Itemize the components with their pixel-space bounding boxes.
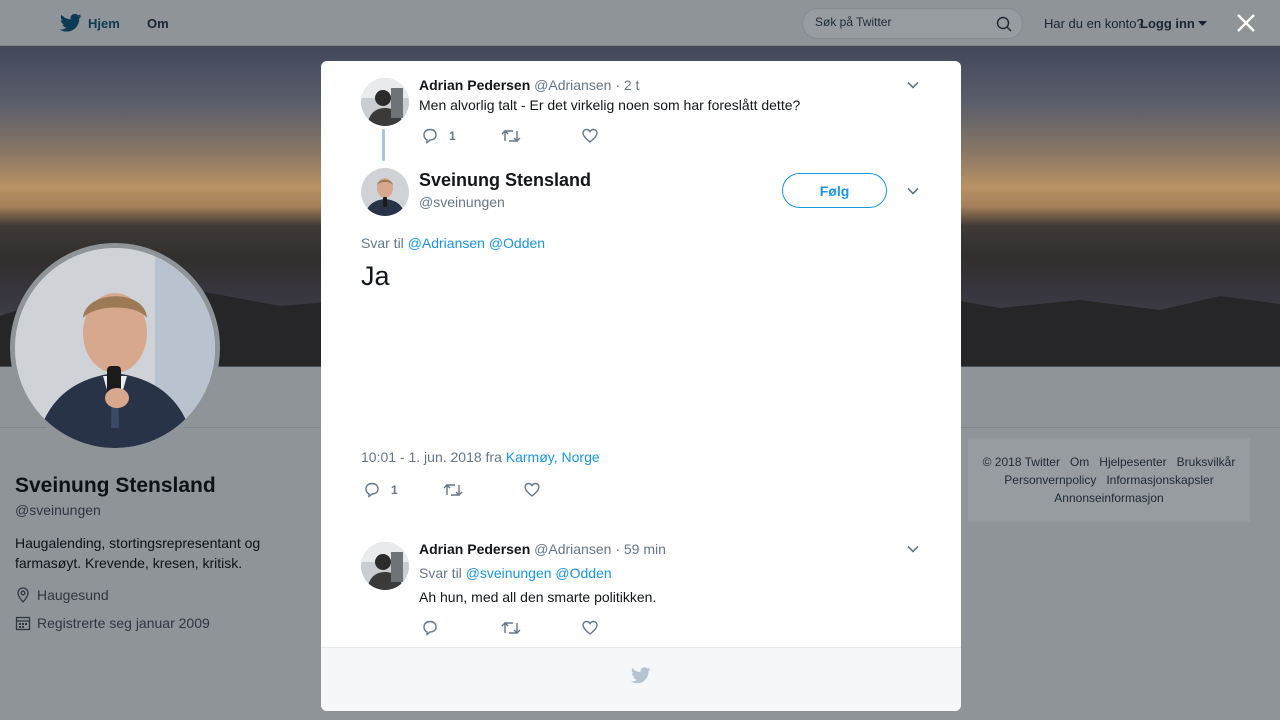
reply-mentions[interactable]: @sveinungen @Odden: [466, 565, 612, 581]
profile-joined: Registrerte seg januar 2009: [15, 615, 210, 631]
nav-home-label: Hjem: [88, 15, 120, 31]
reply-icon: [423, 620, 437, 636]
modal-footer: [321, 647, 961, 711]
site-footer: © 2018 Twitter Om Hjelpesenter Bruksvilkår …: [968, 438, 1250, 522]
footer-link-help[interactable]: Hjelpesenter: [1099, 455, 1166, 469]
profile-photo: [15, 248, 215, 448]
top-nav-bar: Hjem Om Har du en konto? Logg inn: [0, 0, 1280, 46]
location-pin-icon: [17, 587, 29, 603]
tweet-header: Adrian Pedersen @Adriansen · 2 t: [419, 77, 639, 93]
reply-context: Svar til @Adriansen @Odden: [361, 235, 545, 251]
reply-button[interactable]: 1: [363, 481, 443, 499]
chevron-down-icon[interactable]: [906, 78, 920, 92]
reply-icon: [365, 482, 379, 498]
tweet-location-link[interactable]: Karmøy, Norge: [506, 449, 600, 465]
retweet-icon: [443, 484, 463, 496]
avatar[interactable]: [361, 168, 409, 216]
avatar[interactable]: [361, 78, 409, 126]
reply-count: 1: [449, 129, 456, 143]
avatar-photo: [361, 542, 409, 590]
tweet-text: Men alvorlig talt - Er det virkelig noen…: [419, 97, 801, 113]
like-button[interactable]: [581, 127, 599, 145]
reply-button[interactable]: 1: [421, 127, 501, 145]
author-name[interactable]: Adrian Pedersen: [419, 541, 530, 557]
reply-mentions[interactable]: @Adriansen @Odden: [408, 235, 545, 251]
tweet-timestamp: 10:01 - 1. jun. 2018 fra: [361, 449, 502, 465]
reply-count: 1: [391, 483, 398, 497]
tweet-time[interactable]: · 59 min: [615, 541, 666, 557]
reply-context: Svar til @sveinungen @Odden: [419, 565, 612, 581]
chevron-down-icon: [1197, 20, 1207, 26]
heart-icon: [582, 128, 598, 143]
tweet-actions: 1: [363, 480, 541, 500]
login-label: Logg inn: [1140, 16, 1195, 31]
retweet-icon: [501, 622, 521, 634]
heart-icon: [582, 620, 598, 635]
retweet-button[interactable]: [501, 619, 581, 637]
footer-link-privacy[interactable]: Personvernpolicy: [1004, 473, 1096, 487]
reply-to-label: Svar til: [419, 565, 462, 581]
tweet-metadata: 10:01 - 1. jun. 2018 fra Karmøy, Norge: [361, 449, 600, 465]
footer-link-cookies[interactable]: Informasjonskapsler: [1106, 473, 1213, 487]
tweet-header: Adrian Pedersen @Adriansen · 59 min: [419, 541, 666, 557]
location-text: Haugesund: [37, 587, 109, 603]
author-handle[interactable]: @Adriansen: [534, 541, 611, 557]
avatar[interactable]: [361, 542, 409, 590]
retweet-button[interactable]: [501, 127, 581, 145]
footer-link-terms[interactable]: Bruksvilkår: [1177, 455, 1236, 469]
twitter-bird-icon: [631, 667, 651, 684]
tweet-actions: [421, 618, 599, 638]
heart-icon: [524, 482, 540, 497]
footer-link-about[interactable]: Om: [1070, 455, 1089, 469]
avatar-photo: [361, 78, 409, 126]
profile-location: Haugesund: [15, 587, 109, 603]
avatar-photo: [361, 168, 409, 216]
login-button[interactable]: Logg inn: [1140, 16, 1207, 31]
search-input[interactable]: [815, 15, 985, 29]
search-icon[interactable]: [996, 16, 1012, 32]
footer-copyright: © 2018 Twitter: [982, 455, 1060, 469]
like-button[interactable]: [523, 481, 541, 499]
author-handle[interactable]: @sveinungen: [419, 194, 505, 210]
author-name[interactable]: Adrian Pedersen: [419, 77, 530, 93]
retweet-button[interactable]: [443, 481, 523, 499]
like-button[interactable]: [581, 619, 599, 637]
tweet-time[interactable]: · 2 t: [615, 77, 639, 93]
chevron-down-icon[interactable]: [906, 542, 920, 556]
calendar-icon: [15, 616, 31, 631]
twitter-bird-icon: [60, 13, 82, 32]
reply-icon: [423, 128, 437, 144]
close-icon[interactable]: [1235, 12, 1257, 34]
chevron-down-icon[interactable]: [906, 184, 920, 198]
profile-bio: Haugalending, stortingsrepresentant og f…: [15, 535, 261, 571]
tweet-actions: 1: [421, 126, 599, 146]
tweet-text: Ah hun, med all den smarte politikken.: [419, 589, 657, 605]
joined-text: Registrerte seg januar 2009: [37, 615, 210, 631]
tweet-text: Ja: [361, 261, 390, 291]
tweet-modal: Adrian Pedersen @Adriansen · 2 t Men alv…: [321, 61, 961, 711]
thread-connector: [382, 129, 385, 161]
search-box[interactable]: [802, 8, 1023, 39]
profile-handle[interactable]: @sveinungen: [15, 502, 101, 518]
reply-button[interactable]: [421, 619, 501, 637]
account-question: Har du en konto?: [1044, 16, 1144, 31]
reply-to-label: Svar til: [361, 235, 404, 251]
profile-avatar[interactable]: [10, 243, 220, 453]
retweet-icon: [501, 130, 521, 142]
author-handle[interactable]: @Adriansen: [534, 77, 611, 93]
author-name[interactable]: Sveinung Stensland: [419, 170, 591, 191]
nav-about-link[interactable]: Om: [147, 16, 169, 31]
nav-home-link[interactable]: Hjem: [60, 13, 120, 33]
follow-button[interactable]: Følg: [782, 173, 887, 208]
profile-name[interactable]: Sveinung Stensland: [15, 474, 216, 498]
footer-link-ads[interactable]: Annonseinformasjon: [1054, 491, 1163, 505]
